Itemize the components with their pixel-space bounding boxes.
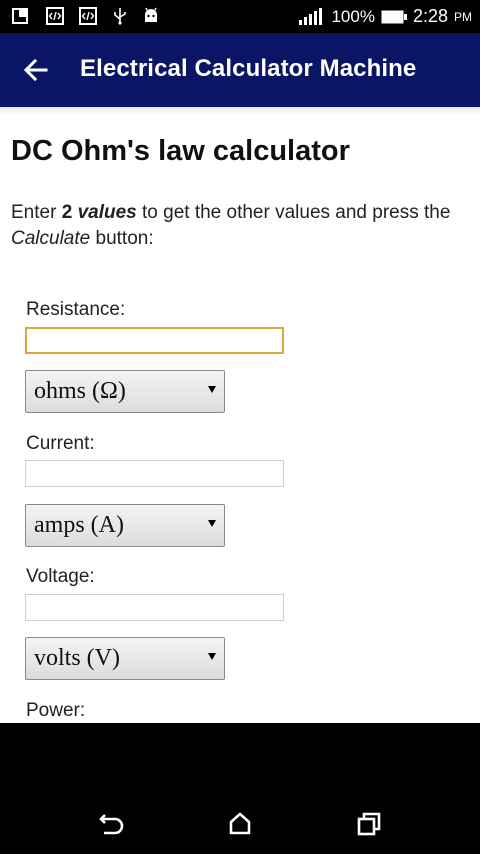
instructions-part1: Enter [11,202,62,223]
power-label: Power: [26,700,86,721]
resistance-unit-select[interactable]: ohms (Ω) [25,370,225,413]
battery-icon [381,10,407,23]
window-icon [12,8,28,24]
code-icon [79,7,97,25]
main-content[interactable]: DC Ohm's law calculator Enter 2 values t… [0,107,480,723]
current-label: Current: [26,433,95,454]
clock-ampm: PM [454,9,472,24]
status-right: 100% 2:28 PM [299,0,472,33]
android-icon [145,7,157,22]
signal-icon [299,7,323,25]
clock-time: 2:28 [412,6,448,26]
resistance-unit-value: ohms (Ω) [34,378,126,404]
current-unit-select[interactable]: amps (A) [25,504,225,547]
back-arrow-icon[interactable] [18,52,54,88]
dropdown-arrow-icon [208,653,216,660]
app-bar-shadow [0,107,480,115]
dropdown-arrow-icon [208,520,216,527]
code-icon [46,7,64,25]
current-input[interactable] [25,460,284,487]
voltage-input[interactable] [25,594,284,621]
resistance-label: Resistance: [26,299,126,320]
page-title: DC Ohm's law calculator [11,135,350,167]
home-icon[interactable] [223,807,257,841]
app-bar: Electrical Calculator Machine [0,33,480,107]
status-bar: 100% 2:28 PM [0,0,480,33]
voltage-unit-select[interactable]: volts (V) [25,637,225,680]
battery-percent: 100% [331,6,375,26]
resistance-input[interactable] [25,327,284,354]
back-icon[interactable] [94,807,128,841]
instructions-values: values [77,202,137,223]
instructions-text: Enter 2 values to get the other values a… [11,200,471,252]
app-title: Electrical Calculator Machine [80,55,417,82]
instructions-calculate: Calculate [11,228,91,249]
current-unit-value: amps (A) [34,512,124,538]
usb-icon [114,8,126,25]
system-nav-bar [0,723,480,854]
instructions-part3: button: [90,228,154,249]
instructions-count: 2 [61,202,73,223]
instructions-part2: to get the other values and press the [136,202,451,223]
voltage-unit-value: volts (V) [34,645,120,671]
recents-icon[interactable] [352,807,386,841]
voltage-label: Voltage: [26,566,95,587]
dropdown-arrow-icon [208,386,216,393]
